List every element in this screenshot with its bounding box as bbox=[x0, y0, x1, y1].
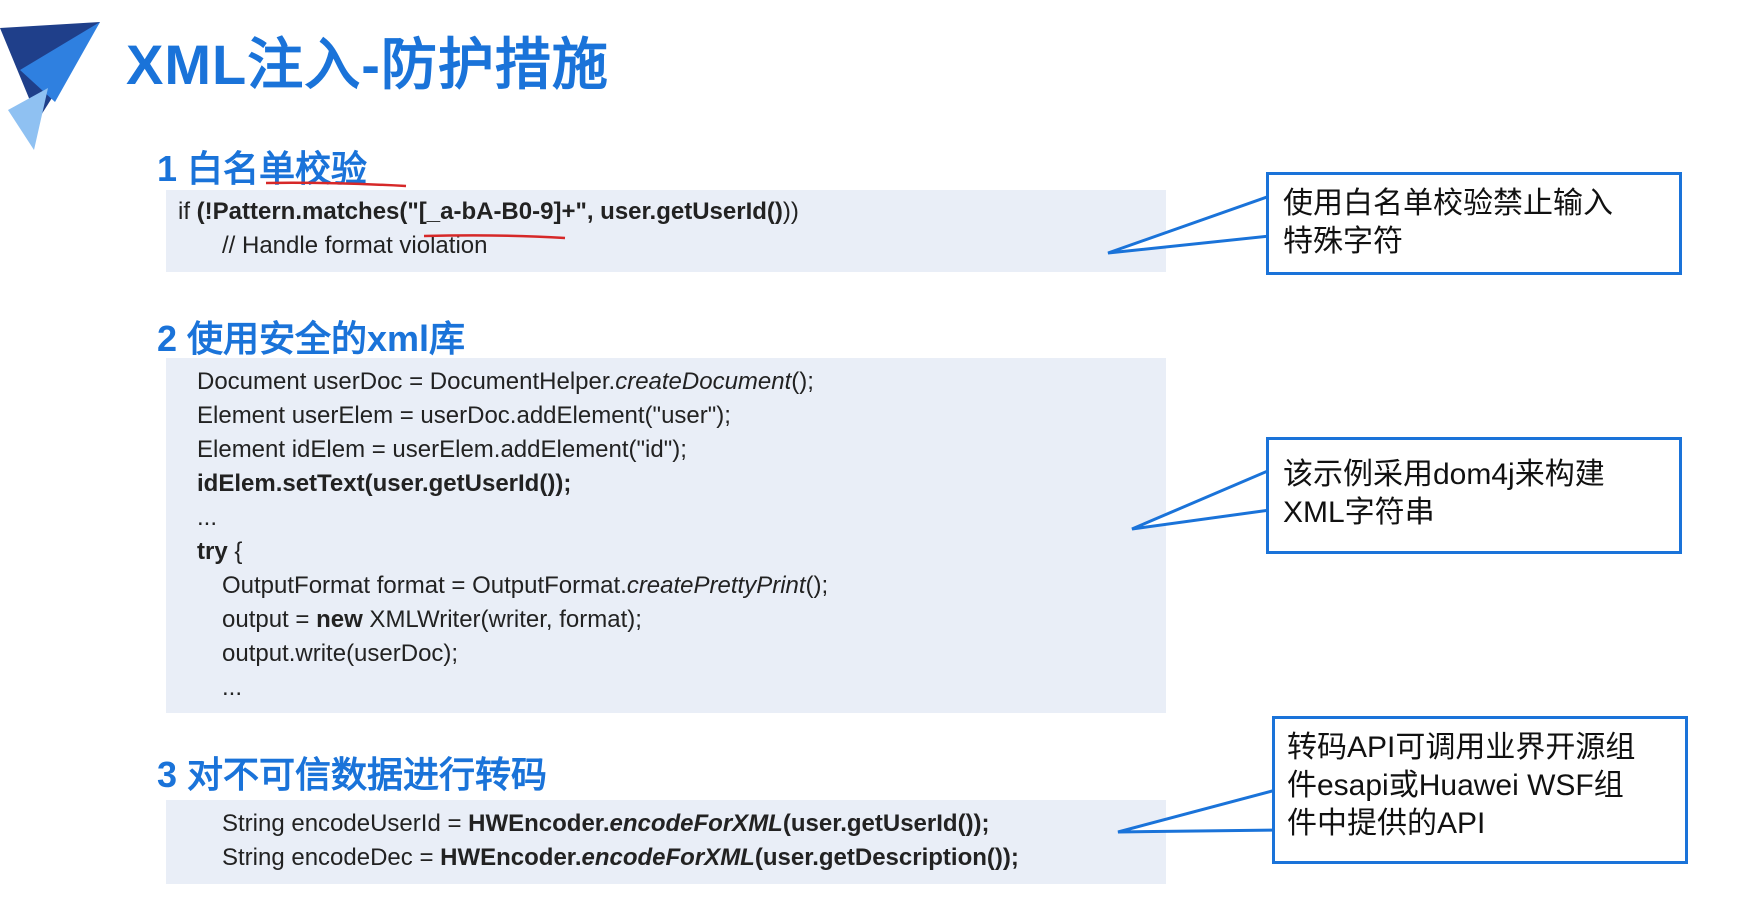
callout-pointer-2 bbox=[1131, 467, 1272, 531]
callout-pointer-1 bbox=[1107, 193, 1272, 255]
callout-box-3: 转码API可调用业界开源组 件esapi或Huawei WSF组 件中提供的AP… bbox=[1272, 716, 1688, 864]
callout-pointer-3 bbox=[1117, 788, 1278, 834]
red-underline-heading bbox=[265, 181, 407, 188]
callout-box-1: 使用白名单校验禁止输入 特殊字符 bbox=[1266, 172, 1682, 275]
callout-box-2: 该示例采用dom4j来构建 XML字符串 bbox=[1266, 437, 1682, 554]
red-underline-code bbox=[423, 234, 566, 240]
